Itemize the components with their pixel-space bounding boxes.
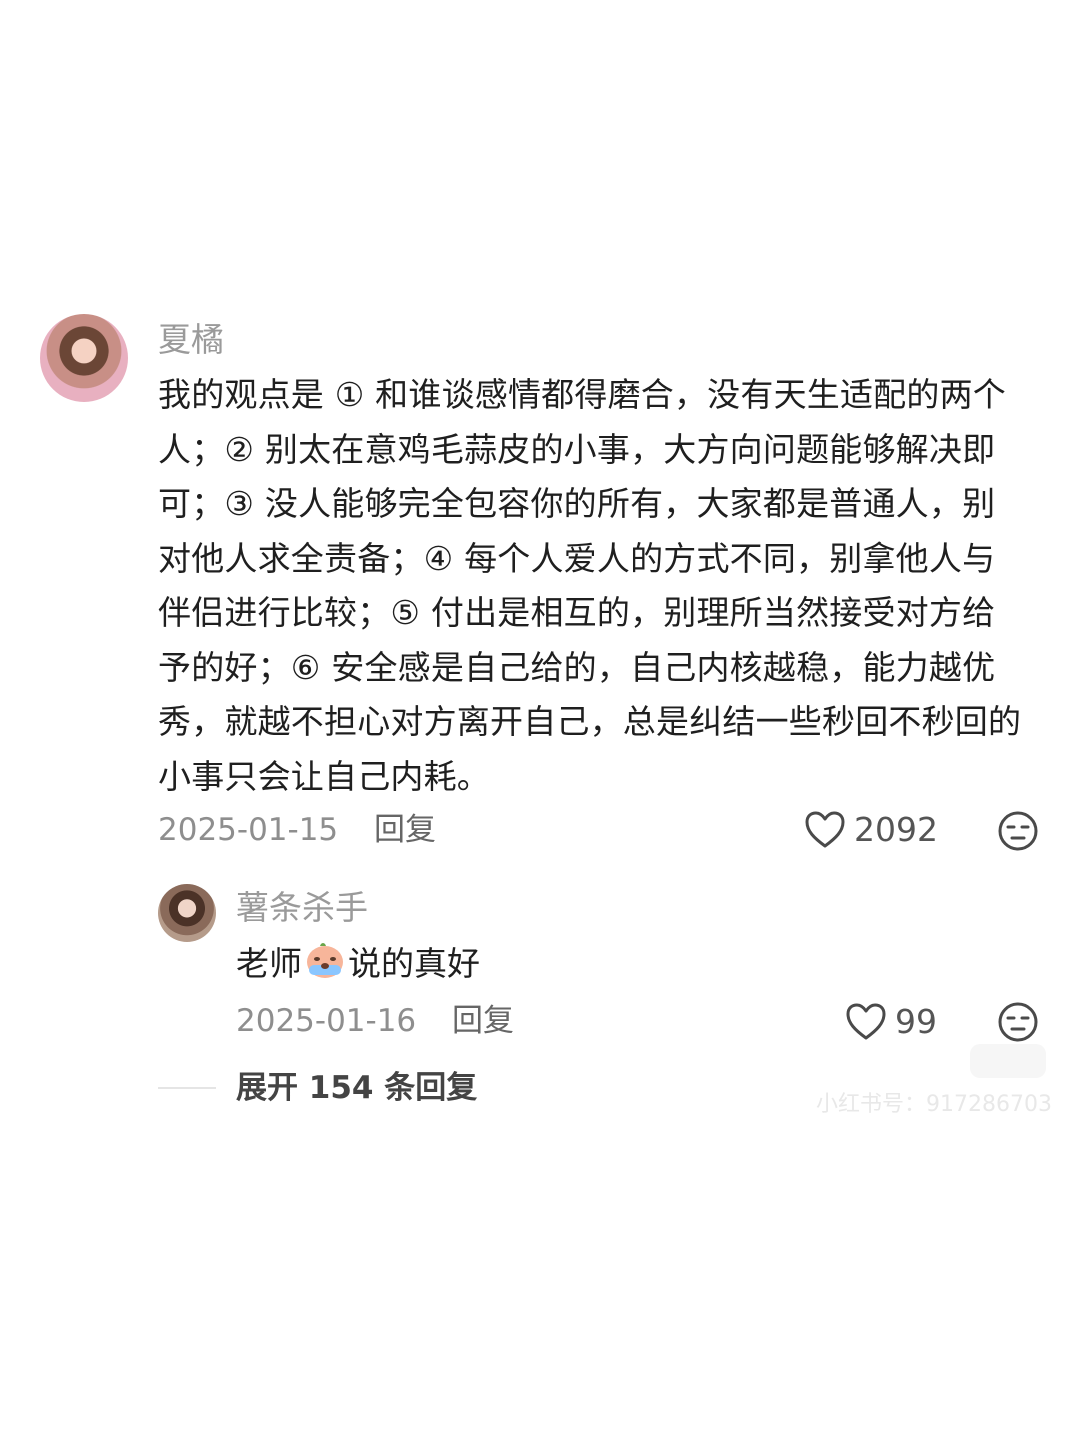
reply-text-start: 老师 <box>236 944 302 983</box>
like-count: 99 <box>895 1002 937 1041</box>
like-button[interactable]: 99 <box>845 1002 937 1042</box>
divider-line <box>158 1087 216 1089</box>
reply-text-end: 说的真好 <box>348 944 480 983</box>
comment-meta: 2025-01-16 回复 <box>236 1001 514 1041</box>
comment-meta: 2025-01-15 回复 <box>158 810 436 850</box>
watermark-text: 小红书号：917286703 <box>816 1092 1052 1117</box>
neutral-face-icon[interactable] <box>997 1001 1039 1043</box>
watermark-logo <box>970 1044 1046 1078</box>
heart-icon <box>805 811 845 848</box>
comment-date: 2025-01-16 <box>236 1003 417 1039</box>
user-avatar[interactable] <box>158 884 216 942</box>
crying-peach-emoji <box>307 943 343 978</box>
comment-date: 2025-01-15 <box>158 812 339 848</box>
user-avatar[interactable] <box>40 314 128 402</box>
neutral-face-icon[interactable] <box>997 810 1039 852</box>
comment-username[interactable]: 夏橘 <box>158 320 224 360</box>
like-button[interactable]: 2092 <box>804 810 938 850</box>
reply-text: 老师 说的真好 <box>236 938 480 990</box>
expand-replies-button[interactable]: 展开 154 条回复 <box>158 1066 477 1110</box>
comment-username[interactable]: 薯条杀手 <box>236 888 368 928</box>
reply-button[interactable]: 回复 <box>374 812 436 848</box>
expand-replies-label: 展开 154 条回复 <box>236 1070 478 1106</box>
comment-text: 我的观点是 ① 和谁谈感情都得磨合，没有天生适配的两个人；② 别太在意鸡毛蒜皮的… <box>158 375 1022 796</box>
like-count: 2092 <box>854 810 938 849</box>
reply-button[interactable]: 回复 <box>452 1003 514 1039</box>
heart-icon <box>846 1003 886 1040</box>
